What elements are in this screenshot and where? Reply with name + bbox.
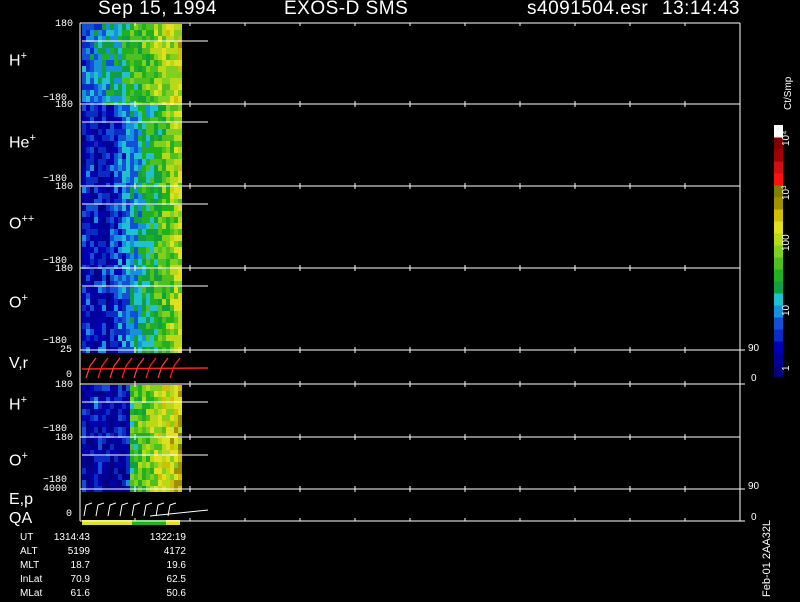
e-spike	[83, 502, 93, 517]
spectrogram-h_plus_2	[82, 385, 208, 439]
e-spike	[143, 502, 153, 517]
ephem-v2: 1322:19	[149, 532, 186, 543]
panel-label-h-plus-2: H+	[9, 394, 27, 414]
colorbar-tick-10: 10	[781, 304, 792, 316]
colorbar-tick-1: 1	[781, 365, 792, 371]
ytick-h-max: 180	[55, 19, 74, 30]
colorbar	[774, 125, 783, 378]
ephem-v1: 5199	[67, 546, 90, 557]
header-date: Sep 15, 1994	[98, 0, 218, 19]
ephem-v2: 4172	[163, 546, 186, 557]
header-file: s4091504.esr	[527, 0, 649, 19]
header-mission: EXOS-D SMS	[284, 0, 409, 19]
ytick-o2-max: 180	[55, 433, 74, 444]
e-spike	[119, 502, 129, 517]
colorbar-segment	[774, 161, 783, 174]
colorbar-segment	[774, 149, 783, 162]
panel-label-he-plus: He+	[9, 132, 36, 152]
ytick-h2-max: 180	[55, 380, 74, 391]
panel-label-e-p: E,p	[9, 491, 34, 508]
colorbar-segment	[774, 293, 783, 306]
v-spike	[85, 357, 97, 379]
colorbar-segment	[774, 329, 783, 342]
panel-label-h-plus: H+	[9, 50, 27, 70]
ephem-v2: 19.6	[166, 560, 186, 571]
energy-trace	[82, 502, 209, 525]
spectrogram-h_plus_1	[82, 24, 208, 108]
ytick-v-max: 25	[60, 345, 73, 356]
colorbar-unit: Ct/Smp	[783, 76, 794, 110]
colorbar-segment	[774, 257, 783, 270]
colorbar-tick-10000: 10⁴	[781, 130, 792, 146]
ephem-v2: 50.6	[166, 588, 186, 599]
ephem-v1: 61.6	[70, 588, 90, 599]
ytick-e-max: 4000	[43, 484, 68, 495]
spectrogram-plot	[79, 22, 783, 525]
e-spike	[107, 502, 117, 517]
panels-layer	[79, 22, 745, 525]
ytick-he-max: 180	[55, 100, 74, 111]
spectrogram-o_plus_1	[82, 269, 208, 353]
ephem-v1: 1314:43	[53, 532, 90, 543]
colorbar-segment	[774, 353, 783, 366]
e-spike	[95, 502, 105, 517]
e-spike	[155, 502, 165, 517]
panel-label-o-plus-2: O+	[9, 450, 28, 470]
colorbar-segment	[774, 209, 783, 222]
e-spike	[131, 502, 141, 517]
colorbar-segment	[774, 269, 783, 282]
ytick-e-min: 0	[66, 509, 73, 520]
panel-label-o-plusplus: O++	[9, 213, 35, 233]
ephem-v2: 62.5	[166, 574, 186, 585]
colorbar-segment	[774, 173, 783, 186]
panel-label-v-r: V,r	[9, 355, 28, 372]
velocity-trace	[81, 357, 209, 379]
ephem-v1: 18.7	[70, 560, 90, 571]
spectrogram-o_plusplus	[82, 187, 208, 271]
rtick-p-max: 90	[748, 481, 760, 492]
panel-label-o-plus: O+	[9, 292, 28, 312]
colorbar-tick-1000: 10³	[781, 185, 792, 200]
spectrogram-he_plus	[82, 105, 208, 189]
version-stamp: Feb-01 2AA32L	[761, 519, 773, 597]
rtick-p-min: 0	[751, 512, 757, 523]
rtick-r-max: 90	[748, 343, 760, 354]
rtick-r-min: 0	[751, 373, 757, 384]
spectrogram-o_plus_2	[82, 438, 208, 492]
panel-label-qa: QA	[9, 510, 33, 527]
colorbar-segment	[774, 317, 783, 330]
colorbar-tick-100: 100	[781, 234, 792, 251]
ytick-op-max: 180	[55, 264, 74, 275]
header-time: 13:14:43	[662, 0, 740, 19]
colorbar-segment	[774, 281, 783, 294]
v-spike	[97, 357, 109, 379]
colorbar-segment	[774, 341, 783, 354]
colorbar-segment	[774, 221, 783, 234]
p-line	[149, 509, 209, 517]
ephem-v1: 70.9	[70, 574, 90, 585]
ytick-opp-max: 180	[55, 182, 74, 193]
